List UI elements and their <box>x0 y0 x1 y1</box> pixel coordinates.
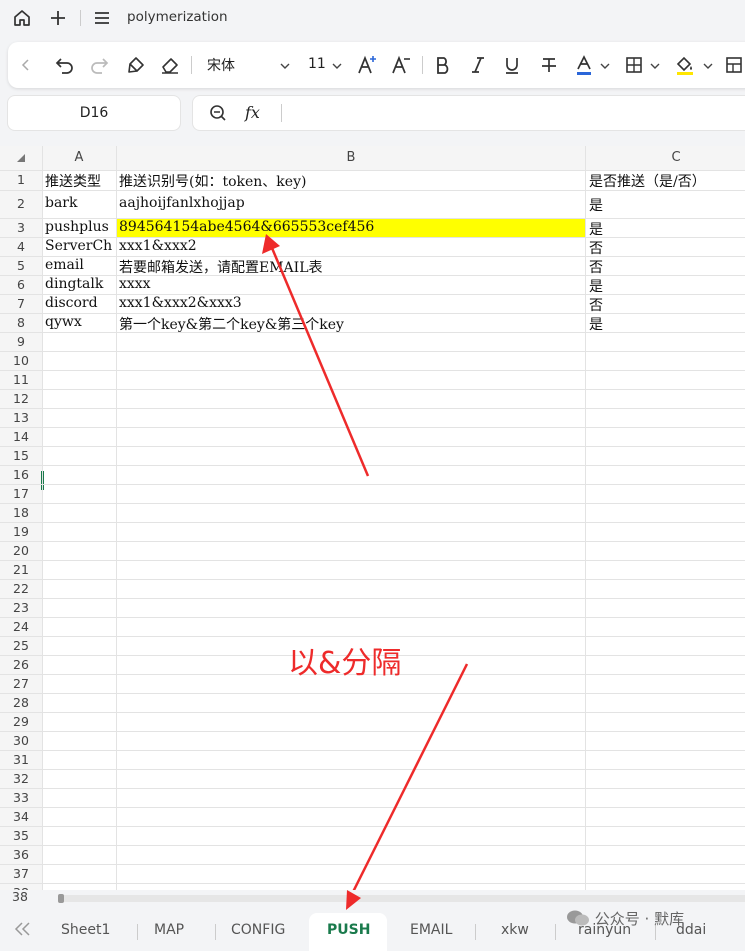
increase-font-icon[interactable] <box>355 53 379 77</box>
zoom-search-icon[interactable] <box>209 104 227 126</box>
arrowhead-push <box>346 890 361 910</box>
italic-icon[interactable] <box>466 53 490 77</box>
arrow-to-push-tab <box>352 663 469 890</box>
chevron-down-icon[interactable] <box>703 56 713 75</box>
document-title: polymerization <box>127 9 228 25</box>
formatting-toolbar: 宋体 11 <box>8 42 745 88</box>
strikethrough-icon[interactable] <box>537 53 561 77</box>
font-size-select[interactable]: 11 <box>308 56 326 72</box>
tab-xkw[interactable]: xkw <box>501 922 529 938</box>
bold-icon[interactable] <box>431 53 455 77</box>
watermark-text: 公众号 · 默库 <box>594 910 685 928</box>
double-chevron-left-icon[interactable] <box>14 921 32 941</box>
tab-config[interactable]: CONFIG <box>231 922 285 938</box>
divider <box>422 56 423 74</box>
function-icon[interactable]: fx <box>245 103 260 122</box>
underline-icon[interactable] <box>500 53 524 77</box>
chevron-down-icon[interactable] <box>650 56 660 75</box>
tab-map[interactable]: MAP <box>154 922 184 938</box>
decrease-font-icon[interactable] <box>389 53 413 77</box>
title-bar: polymerization <box>0 0 745 36</box>
divider <box>475 924 476 940</box>
spreadsheet-grid[interactable]: A B C 1 推送类型 推送识别号(如：token、key) 是否推送（是/否） 2 b… <box>0 146 745 890</box>
font-color-icon[interactable] <box>572 53 596 77</box>
format-painter-icon[interactable] <box>124 53 148 77</box>
watermark: 公众号 · 默库 <box>566 908 684 929</box>
name-box[interactable]: D16 <box>8 96 180 130</box>
tab-email[interactable]: EMAIL <box>410 922 452 938</box>
collapse-left-icon[interactable] <box>18 53 34 77</box>
divider <box>281 104 282 122</box>
menu-icon[interactable] <box>90 6 114 30</box>
font-family-select[interactable]: 宋体 <box>207 55 235 75</box>
chevron-down-icon[interactable] <box>600 56 610 75</box>
annotation-arrows <box>262 234 469 890</box>
merge-cells-icon[interactable] <box>724 53 744 77</box>
tab-push[interactable]: PUSH <box>327 922 370 938</box>
chevron-down-icon[interactable] <box>332 56 342 75</box>
eraser-icon[interactable] <box>158 53 182 77</box>
arrow-to-b3 <box>262 234 370 477</box>
divider <box>555 924 556 940</box>
wechat-icon <box>567 910 589 926</box>
border-icon[interactable] <box>622 53 646 77</box>
divider <box>80 10 81 26</box>
tab-sheet1[interactable]: Sheet1 <box>61 922 110 938</box>
cell-reference: D16 <box>79 105 109 121</box>
home-icon[interactable] <box>10 6 34 30</box>
undo-icon[interactable] <box>53 53 77 77</box>
chevron-down-icon[interactable] <box>280 56 290 75</box>
redo-icon[interactable] <box>87 53 111 77</box>
divider <box>215 924 216 940</box>
formula-bar[interactable]: fx <box>193 96 745 130</box>
divider <box>137 924 138 940</box>
fill-color-icon[interactable] <box>673 53 697 77</box>
divider <box>191 56 192 74</box>
add-icon[interactable] <box>46 6 70 30</box>
